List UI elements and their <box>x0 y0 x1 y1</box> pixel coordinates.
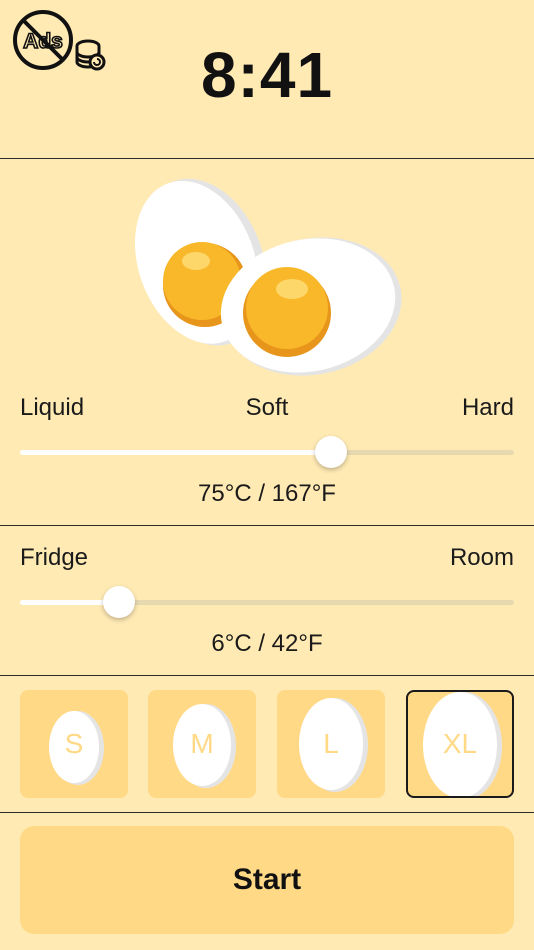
doneness-label-soft: Soft <box>245 394 289 421</box>
size-m-button[interactable]: M <box>148 690 256 798</box>
start-temp-label-fridge: Fridge <box>20 544 89 571</box>
start-temp-label-room: Room <box>449 544 514 571</box>
doneness-temperature: 75°C / 167°F <box>198 480 336 507</box>
doneness-slider-thumb[interactable] <box>315 436 348 468</box>
size-l-label: L <box>323 728 339 759</box>
start-temp-slider-thumb[interactable] <box>102 586 135 618</box>
doneness-slider-fill <box>20 450 332 455</box>
start-button[interactable]: Start <box>20 826 514 934</box>
divider <box>0 525 534 526</box>
size-xl-label: XL <box>442 728 478 759</box>
size-m-label: M <box>190 728 214 759</box>
divider <box>0 812 534 813</box>
size-s-label: S <box>64 728 84 759</box>
size-xl-button[interactable]: XL <box>406 690 514 798</box>
divider <box>0 158 534 159</box>
size-s-button[interactable]: S <box>20 690 128 798</box>
divider <box>0 675 534 676</box>
start-temperature: 6°C / 42°F <box>211 630 323 657</box>
doneness-label-hard: Hard <box>461 394 514 421</box>
boiled-egg-illustration <box>134 178 402 376</box>
size-l-button[interactable]: L <box>277 690 385 798</box>
timer-display: 8:41 <box>200 39 334 111</box>
